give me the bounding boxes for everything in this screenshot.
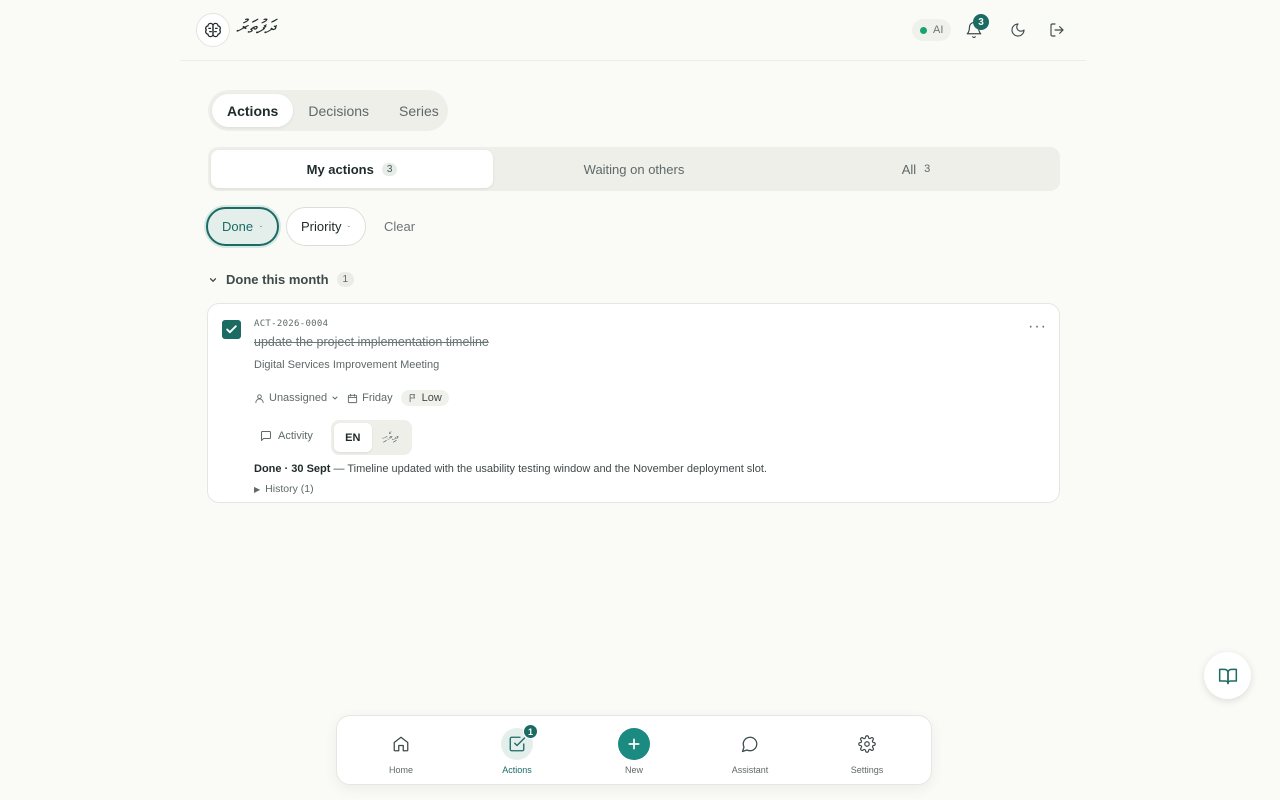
due-date[interactable]: Friday	[347, 392, 393, 404]
activity-button[interactable]: Activity	[260, 430, 313, 442]
done-filter-label: Done	[222, 219, 254, 234]
notification-count-badge: 3	[973, 14, 989, 30]
history-toggle[interactable]: ▶ History (1)	[254, 483, 314, 495]
tab-decisions[interactable]: Decisions	[293, 94, 384, 127]
calendar-icon	[348, 393, 358, 403]
lang-en-option[interactable]: EN	[334, 423, 372, 452]
ai-status-pill[interactable]: AI	[912, 19, 952, 41]
tab-actions[interactable]: Actions	[212, 94, 294, 127]
due-label: Friday	[362, 392, 393, 404]
message-square-icon	[261, 431, 271, 441]
more-options-icon[interactable]: ···	[1028, 318, 1047, 336]
nav-home[interactable]: Home	[361, 716, 441, 786]
chat-icon	[734, 728, 766, 760]
action-meta-row: Unassigned Friday Low	[254, 390, 449, 406]
nav-label: New	[624, 765, 643, 775]
moon-icon[interactable]	[1006, 18, 1030, 42]
subtab-waiting-on-others[interactable]: Waiting on others	[493, 150, 775, 188]
done-checkbox[interactable]	[222, 320, 241, 339]
priority-label: Low	[421, 392, 442, 404]
user-icon	[255, 393, 264, 403]
action-id: ACT-2026-0004	[254, 319, 329, 329]
nav-settings[interactable]: Settings	[827, 716, 907, 786]
book-open-icon	[1218, 668, 1237, 684]
home-icon	[385, 728, 417, 760]
gear-icon	[851, 728, 883, 760]
subtab-label: Waiting on others	[583, 161, 685, 177]
section-header[interactable]: Done this month 1	[208, 272, 355, 287]
book-open-button[interactable]	[1204, 652, 1251, 699]
logout-icon[interactable]	[1045, 18, 1069, 42]
action-card: ACT-2026-0004 update the project impleme…	[207, 303, 1060, 503]
ai-status-dot	[920, 26, 927, 34]
nav-actions[interactable]: Actions 1	[477, 716, 557, 786]
section-count: 1	[336, 272, 355, 287]
chevron-down-icon	[209, 277, 217, 282]
subtab-my-actions[interactable]: My actions 3	[211, 150, 493, 188]
app-title: ދަފުތަރު	[236, 16, 275, 38]
done-filter-button[interactable]: Done	[206, 207, 279, 246]
subtab-count: 3	[924, 163, 931, 175]
priority-filter-button[interactable]: Priority	[286, 207, 366, 246]
chevron-down-icon	[348, 225, 351, 228]
action-meeting[interactable]: Digital Services Improvement Meeting	[254, 359, 439, 371]
brain-logo-icon[interactable]	[196, 13, 230, 47]
completion-note: Done · 30 Sept — Timeline updated with t…	[254, 463, 767, 475]
plus-icon	[618, 728, 650, 760]
assignee-dropdown[interactable]: Unassigned	[254, 392, 339, 404]
nav-assistant[interactable]: Assistant	[710, 716, 790, 786]
note-status: Done · 30 Sept	[254, 463, 331, 475]
check-icon	[226, 325, 237, 334]
activity-label: Activity	[278, 430, 313, 442]
tab-series[interactable]: Series	[384, 94, 454, 127]
nav-new[interactable]: New	[594, 716, 674, 786]
subtab-all[interactable]: All 3	[775, 150, 1057, 188]
subtab-count: 3	[381, 162, 398, 176]
note-text: — Timeline updated with the usability te…	[330, 463, 767, 475]
nav-label: Actions	[502, 765, 532, 775]
ai-label: AI	[933, 24, 944, 36]
app-header: ދަފުތަރު AI 3	[180, 0, 1086, 61]
section-title: Done this month	[226, 272, 329, 287]
subtab-label: My actions	[306, 161, 374, 177]
sub-tabs: My actions 3 Waiting on others All 3	[208, 147, 1060, 191]
subtab-label: All	[901, 161, 917, 177]
language-toggle: EN ދިވެހި	[331, 420, 412, 455]
top-tabs: Actions Decisions Series	[208, 90, 448, 131]
nav-actions-badge: 1	[523, 724, 538, 739]
priority-badge[interactable]: Low	[400, 390, 449, 406]
bottom-navigation: Home Actions 1 New Assistant Settings	[336, 715, 932, 785]
nav-label: Settings	[850, 765, 884, 775]
action-title[interactable]: update the project implementation timeli…	[254, 335, 489, 349]
triangle-right-icon: ▶	[254, 484, 261, 494]
assignee-label: Unassigned	[269, 392, 328, 404]
nav-label: Assistant	[731, 765, 769, 775]
nav-label: Home	[388, 765, 413, 775]
clear-filters-button[interactable]: Clear	[384, 219, 415, 234]
chevron-down-icon	[259, 225, 263, 228]
lang-dv-option[interactable]: ދިވެހި	[372, 423, 410, 452]
flag-icon	[409, 394, 415, 403]
history-label: History (1)	[265, 483, 314, 495]
priority-filter-label: Priority	[301, 219, 342, 234]
chevron-down-icon	[332, 396, 338, 400]
